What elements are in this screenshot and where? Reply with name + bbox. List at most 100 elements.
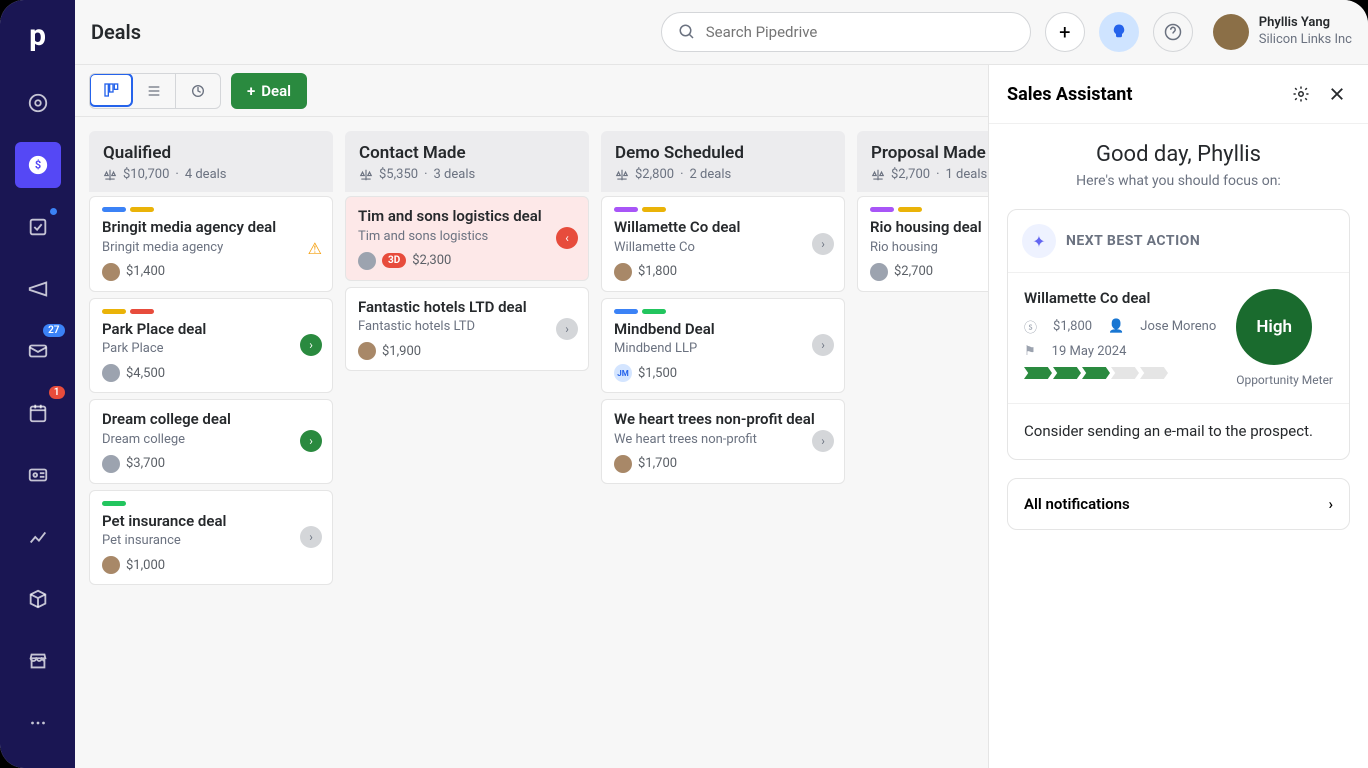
deal-status-icon[interactable]: › <box>812 334 834 356</box>
nba-deal-owner: Jose Moreno <box>1140 319 1216 334</box>
assistant-close[interactable] <box>1324 81 1350 107</box>
owner-avatar <box>870 263 888 281</box>
owner-avatar <box>102 556 120 574</box>
deal-title: Pet insurance deal <box>102 512 320 532</box>
deal-status-icon[interactable]: › <box>300 334 322 356</box>
deal-status-icon[interactable]: › <box>300 526 322 548</box>
deal-org: We heart trees non-profit <box>614 432 832 447</box>
owner-avatar <box>102 455 120 473</box>
warning-icon: ⚠ <box>308 239 322 258</box>
view-list[interactable] <box>132 74 176 108</box>
nba-deal-title[interactable]: Willamette Co deal <box>1024 289 1222 307</box>
nav-insights[interactable] <box>15 514 61 560</box>
deal-card[interactable]: We heart trees non-profit deal We heart … <box>601 399 845 484</box>
owner-avatar <box>102 263 120 281</box>
column-meta: $5,350 · 3 deals <box>359 167 575 182</box>
magic-wand-icon: ✦ <box>1022 224 1056 258</box>
deal-org: Fantastic hotels LTD <box>358 319 576 334</box>
nba-deal-value: $1,800 <box>1053 319 1092 334</box>
deal-tags <box>102 309 320 314</box>
nba-deal-date: 19 May 2024 <box>1052 344 1127 359</box>
add-button[interactable]: + <box>1045 12 1085 52</box>
deal-tags <box>102 207 320 212</box>
nav-mail[interactable]: 27 <box>15 328 61 374</box>
owner-avatar <box>102 364 120 382</box>
deal-status-icon[interactable]: › <box>812 233 834 255</box>
assistant-toggle[interactable] <box>1099 12 1139 52</box>
gear-icon <box>1292 85 1310 103</box>
help-icon <box>1164 23 1182 41</box>
scale-icon <box>359 168 373 182</box>
deal-card[interactable]: Bringit media agency deal Bringit media … <box>89 196 333 292</box>
nav-contacts[interactable] <box>15 452 61 498</box>
deal-value: $3,700 <box>126 456 165 471</box>
scale-icon <box>871 168 885 182</box>
deal-card[interactable]: Park Place deal Park Place $4,500 › <box>89 298 333 394</box>
assistant-settings[interactable] <box>1288 81 1314 107</box>
chevron-right-icon: › <box>1328 495 1333 513</box>
nav-calendar[interactable]: 1 <box>15 390 61 436</box>
scale-icon <box>615 168 629 182</box>
owner-avatar <box>614 263 632 281</box>
pipeline-column: Demo Scheduled $2,800 · 2 deals Willamet… <box>601 131 845 754</box>
deal-title: Tim and sons logistics deal <box>358 207 576 227</box>
add-deal-button[interactable]: +Deal <box>231 73 307 109</box>
column-meta: $2,800 · 2 deals <box>615 167 831 182</box>
deal-org: Pet insurance <box>102 533 320 548</box>
overdue-badge: 3D <box>382 253 406 268</box>
search-input[interactable] <box>706 23 1014 41</box>
deal-value: $1,800 <box>638 264 677 279</box>
deal-card[interactable]: Willamette Co deal Willamette Co $1,800 … <box>601 196 845 292</box>
deal-value: $4,500 <box>126 366 165 381</box>
deal-tags <box>614 207 832 212</box>
deal-tags <box>102 501 320 506</box>
page-title: Deals <box>91 20 141 44</box>
deal-card[interactable]: Fantastic hotels LTD deal Fantastic hote… <box>345 287 589 372</box>
search-box[interactable] <box>661 12 1031 52</box>
column-amount: $2,700 <box>891 167 930 182</box>
nav-deals[interactable]: $ <box>15 142 61 188</box>
deal-title: We heart trees non-profit deal <box>614 410 832 430</box>
deal-status-icon[interactable]: › <box>556 318 578 340</box>
deal-title: Mindbend Deal <box>614 320 832 340</box>
column-title: Qualified <box>103 143 319 163</box>
deal-tags <box>614 309 832 314</box>
deal-card[interactable]: Mindbend Deal Mindbend LLP JM$1,500 › <box>601 298 845 394</box>
nav-leads[interactable] <box>15 80 61 126</box>
nav-activities[interactable] <box>15 204 61 250</box>
user-menu[interactable]: Phyllis Yang Silicon Links Inc <box>1213 14 1352 50</box>
deal-status-icon[interactable]: ‹ <box>556 227 578 249</box>
owner-avatar: JM <box>614 364 632 382</box>
user-name: Phyllis Yang <box>1259 15 1352 32</box>
column-title: Contact Made <box>359 143 575 163</box>
user-avatar <box>1213 14 1249 50</box>
deal-status-icon[interactable]: › <box>812 430 834 452</box>
greeting-subtitle: Here's what you should focus on: <box>1007 173 1350 189</box>
column-amount: $5,350 <box>379 167 418 182</box>
nav-products[interactable] <box>15 576 61 622</box>
nav-more[interactable] <box>15 700 61 746</box>
deal-card[interactable]: Dream college deal Dream college $3,700 … <box>89 399 333 484</box>
deal-org: Willamette Co <box>614 240 832 255</box>
deal-card[interactable]: Tim and sons logistics deal Tim and sons… <box>345 196 589 281</box>
help-button[interactable] <box>1153 12 1193 52</box>
pipeline-column: Contact Made $5,350 · 3 deals Tim and so… <box>345 131 589 754</box>
column-count: 1 deals <box>946 167 988 182</box>
search-icon <box>678 23 696 41</box>
meter-value: High <box>1236 289 1312 365</box>
column-amount: $10,700 <box>123 167 169 182</box>
all-notifications-link[interactable]: All notifications › <box>1007 478 1350 530</box>
view-forecast[interactable] <box>176 74 220 108</box>
nav-campaigns[interactable] <box>15 266 61 312</box>
view-kanban[interactable] <box>89 73 133 107</box>
deal-org: Dream college <box>102 432 320 447</box>
column-meta: $10,700 · 4 deals <box>103 167 319 182</box>
meter-label: Opportunity Meter <box>1236 373 1333 387</box>
deal-status-icon[interactable]: › <box>300 430 322 452</box>
deal-value: $1,900 <box>382 344 421 359</box>
deal-card[interactable]: Pet insurance deal Pet insurance $1,000 … <box>89 490 333 586</box>
nba-label: NEXT BEST ACTION <box>1066 233 1200 249</box>
owner-avatar <box>358 252 376 270</box>
deal-org: Tim and sons logistics <box>358 229 576 244</box>
nav-marketplace[interactable] <box>15 638 61 684</box>
